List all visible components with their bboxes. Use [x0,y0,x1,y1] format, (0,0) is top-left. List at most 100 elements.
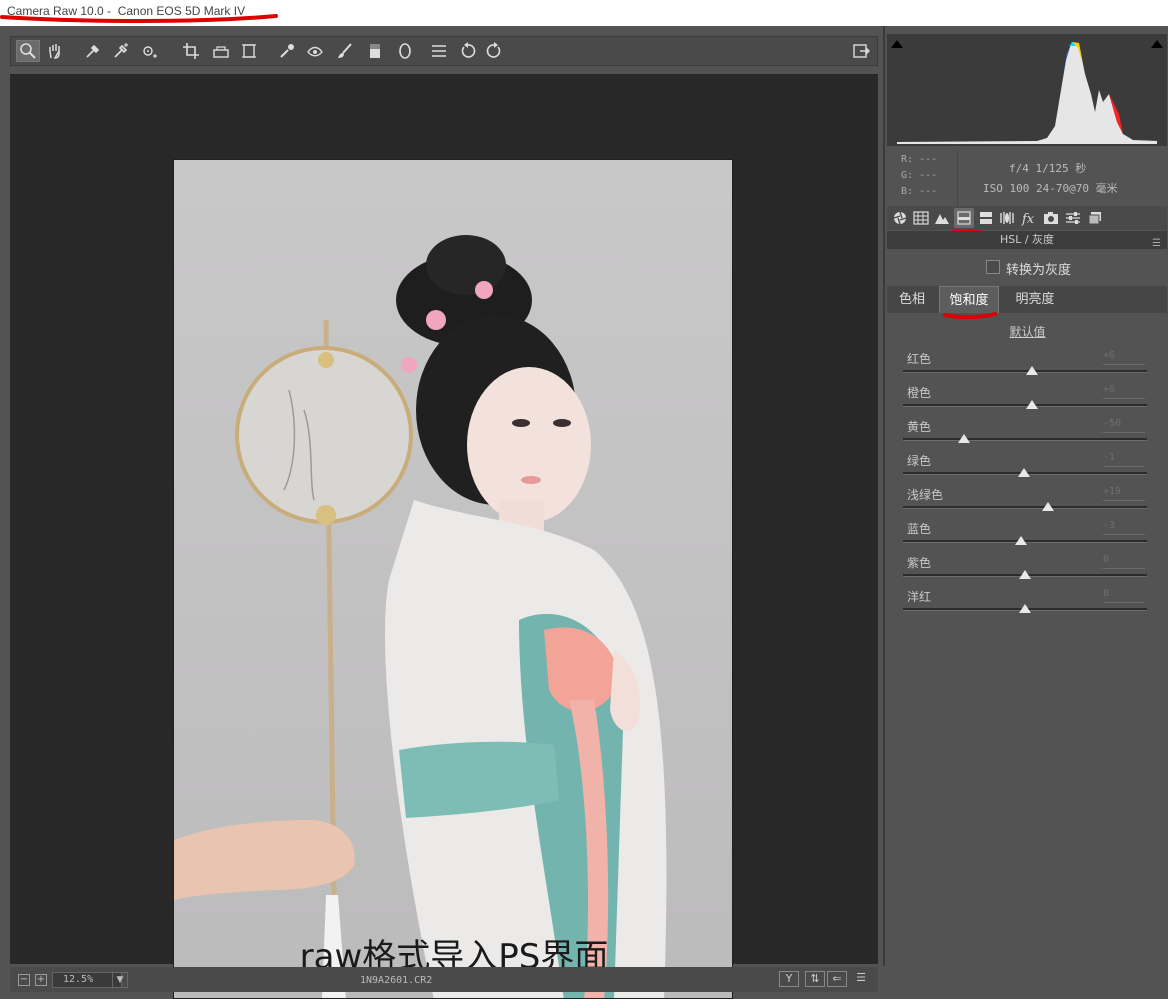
tab-tone-curve[interactable] [911,208,931,228]
spot-removal-tool[interactable] [275,40,299,62]
tab-luminance[interactable]: 明亮度 [1003,286,1067,313]
slider-1[interactable]: 橙色 +6 [903,384,1149,418]
slider-thumb[interactable] [958,434,970,443]
r-value: --- [919,154,938,165]
slider-track[interactable] [903,370,1147,373]
copy-settings-button[interactable]: ⇐ [827,971,847,987]
zoom-in-button[interactable]: + [35,974,47,986]
white-balance-icon [86,44,100,58]
tab-hsl[interactable] [954,208,974,228]
red-annotation-mark-saturation [943,312,997,320]
preview-settings-icon[interactable]: ☰ [851,971,871,987]
radial-filter-tool[interactable] [393,40,417,62]
aperture-icon [893,211,907,225]
slider-value-input[interactable]: 0 [1103,588,1145,603]
rotate-cw-tool[interactable] [482,40,506,62]
zoom-icon [20,43,36,59]
b-readout: B: --- [901,186,937,197]
b-label: B: [901,186,914,197]
slider-3[interactable]: 绿色 -1 [903,452,1149,486]
red-eye-tool[interactable] [303,40,327,62]
open-object-button[interactable] [849,40,873,62]
tab-hue[interactable]: 色相 [887,286,937,313]
slider-4[interactable]: 浅绿色 +19 [903,486,1149,520]
slider-thumb[interactable] [1015,536,1028,545]
slider-thumb[interactable] [1026,400,1039,409]
tab-camera-calibration[interactable] [1041,208,1061,228]
graduated-filter-tool[interactable] [363,40,387,62]
slider-value-input[interactable]: -1 [1103,452,1145,467]
tab-detail[interactable] [932,208,952,228]
slider-value-input[interactable]: -3 [1103,520,1145,535]
straighten-icon [213,46,229,58]
color-sampler-icon [114,43,128,58]
slider-2[interactable]: 黄色 -50 [903,418,1149,452]
slider-thumb[interactable] [1026,366,1039,375]
presets-list-tool[interactable] [427,40,451,62]
slider-thumb[interactable] [1019,570,1031,579]
color-sampler-tool[interactable] [109,40,133,62]
exposure-info: f/4 1/125 秒 [1009,162,1087,175]
g-value: --- [919,170,938,181]
graduated-filter-icon [370,44,380,58]
iso-lens-info: ISO 100 24-70@70 毫米 [983,182,1118,195]
split-tone-icon [980,212,992,224]
slider-track[interactable] [903,438,1147,441]
fx-icon: fx [1021,212,1035,226]
straighten-tool[interactable] [209,40,233,62]
hsl-icon [957,211,971,225]
slider-value-input[interactable]: +19 [1103,486,1145,501]
targeted-adjust-tool[interactable] [137,40,161,62]
panel-menu-icon[interactable]: ☰ [1152,235,1161,253]
convert-grayscale-checkbox[interactable] [986,260,1000,274]
red-eye-icon [307,46,323,57]
slider-thumb[interactable] [1019,604,1031,613]
tab-presets[interactable] [1063,208,1083,228]
tab-lens-corrections[interactable] [997,208,1017,228]
slider-value-input[interactable]: +6 [1103,384,1145,399]
slider-value-input[interactable]: 0 [1103,554,1145,569]
slider-track[interactable] [903,404,1147,407]
slider-0[interactable]: 红色 +6 [903,350,1149,384]
slider-value-input[interactable]: +6 [1103,350,1145,365]
swap-settings-button[interactable]: ⇅ [805,971,825,987]
r-label: R: [901,154,914,165]
tab-basic[interactable] [890,208,910,228]
tab-saturation[interactable]: 饱和度 [939,286,999,313]
slider-track[interactable] [903,506,1147,509]
adjustment-brush-tool[interactable] [333,40,357,62]
tab-snapshots[interactable] [1085,208,1105,228]
default-link[interactable]: 默认值 [885,323,1168,340]
section-title: HSL / 灰度 ☰ [887,231,1167,249]
sliders-icon [1066,212,1080,224]
before-after-toggle-button[interactable]: Y [779,971,799,987]
adjustment-panel: R: --- G: --- B: --- f/4 1/125 秒 ISO 100… [883,26,1168,966]
white-balance-tool[interactable] [81,40,105,62]
transform-tool[interactable] [237,40,261,62]
transform-icon [242,44,256,58]
status-bar: − + 12.5% ▼ 1N9A2601.CR2 Y ⇅ ⇐ ☰ [10,967,878,992]
slider-value-input[interactable]: -50 [1103,418,1145,433]
tab-effects[interactable]: fx [1019,208,1039,228]
spot-removal-icon [280,44,294,58]
hand-tool[interactable] [43,40,67,62]
slider-thumb[interactable] [1042,502,1055,511]
image-canvas[interactable]: raw格式导入PS界面 [10,74,878,999]
slider-label: 绿色 [907,454,932,468]
zoom-dropdown-chevron-icon[interactable]: ▼ [112,972,128,988]
tab-split-toning[interactable] [976,208,996,228]
toolbar [10,36,878,66]
slider-label: 紫色 [907,556,932,570]
rotate-ccw-icon [461,42,476,58]
slider-6[interactable]: 紫色 0 [903,554,1149,588]
rotate-ccw-tool[interactable] [456,40,480,62]
crop-icon [183,43,199,59]
slider-7[interactable]: 洋红 0 [903,588,1149,622]
zoom-out-button[interactable]: − [18,974,30,986]
slider-label: 黄色 [907,420,932,434]
zoom-tool[interactable] [16,40,40,62]
presets-list-icon [432,45,446,57]
slider-thumb[interactable] [1017,468,1030,477]
crop-tool[interactable] [179,40,203,62]
slider-5[interactable]: 蓝色 -3 [903,520,1149,554]
